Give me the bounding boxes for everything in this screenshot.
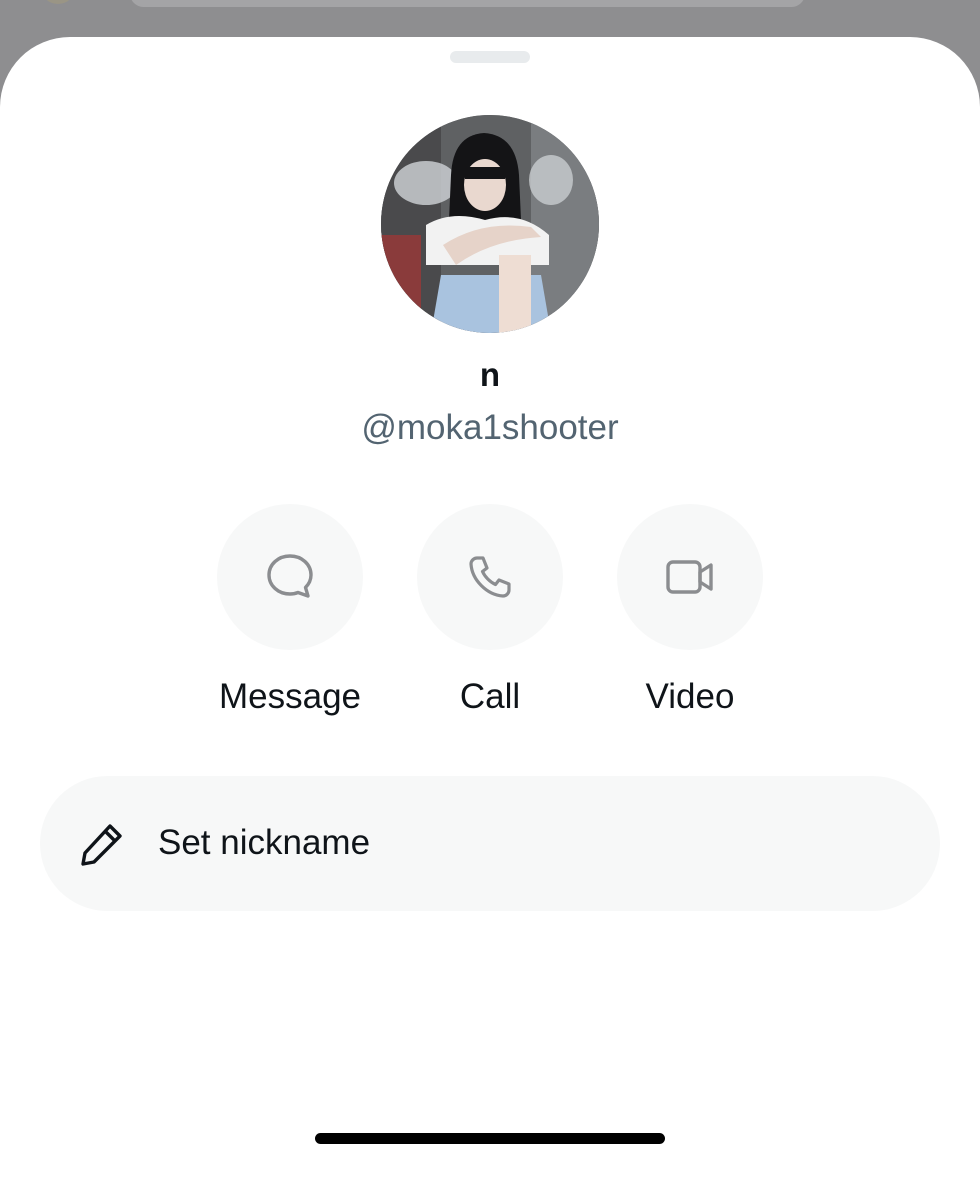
username-handle: @moka1shooter: [361, 408, 619, 447]
video-action[interactable]: Video: [590, 504, 790, 724]
background-avatar: [40, 0, 76, 4]
profile-bottom-sheet: n @moka1shooter Message Call Video Set n…: [0, 37, 980, 1200]
sheet-grabber-handle[interactable]: [450, 51, 530, 63]
video-camera-icon: [666, 560, 713, 594]
message-label: Message: [218, 677, 362, 716]
avatar[interactable]: [381, 115, 599, 333]
call-button[interactable]: [417, 504, 563, 650]
display-name: n: [479, 356, 501, 393]
message-button[interactable]: [217, 504, 363, 650]
set-nickname-label: Set nickname: [158, 823, 371, 862]
video-label: Video: [645, 677, 735, 716]
pencil-icon: [81, 824, 122, 866]
call-action[interactable]: Call: [390, 504, 590, 724]
phone-icon: [469, 556, 511, 598]
call-label: Call: [459, 677, 521, 716]
message-bubble-icon: [267, 554, 313, 598]
video-button[interactable]: [617, 504, 763, 650]
background-header-bar: [130, 0, 805, 7]
message-action[interactable]: Message: [190, 504, 390, 724]
avatar-photo: [381, 115, 599, 333]
set-nickname-button[interactable]: Set nickname: [40, 776, 940, 911]
home-indicator[interactable]: [315, 1133, 665, 1144]
